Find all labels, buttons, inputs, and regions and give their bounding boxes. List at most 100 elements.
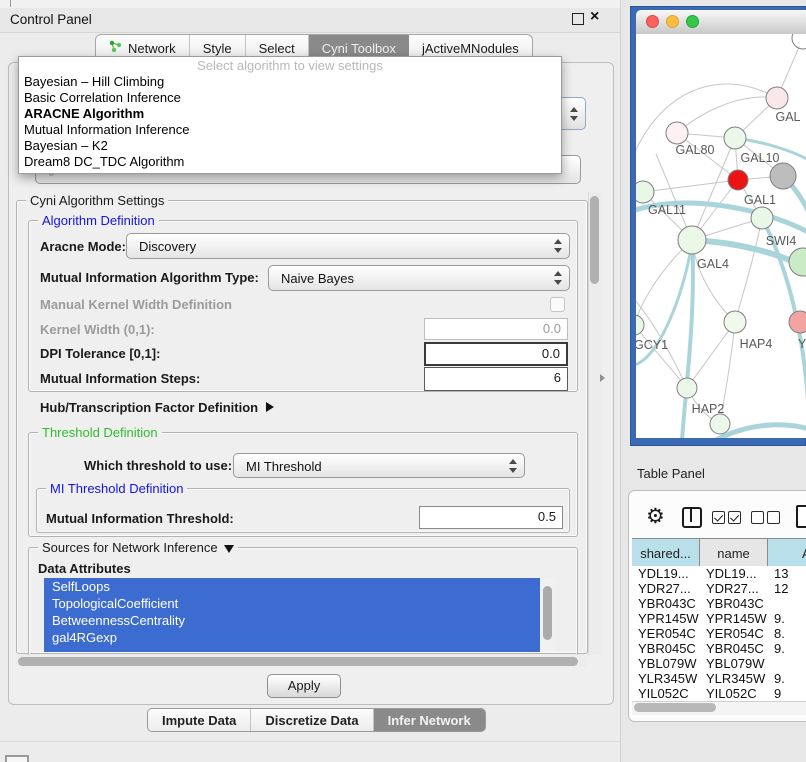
table-row[interactable]: YIL052C YIL052C 9 [632, 686, 806, 701]
network-node[interactable] [789, 311, 806, 333]
network-node[interactable] [636, 315, 644, 335]
column-header-shared-name[interactable]: shared... [632, 539, 700, 567]
network-node[interactable] [724, 127, 746, 149]
network-window-titlebar[interactable] [636, 10, 806, 35]
which-threshold-label: Which threshold to use: [84, 458, 232, 473]
table-header-row: shared... name A [632, 538, 806, 568]
hub-definition-toggle[interactable]: Hub/Transcription Factor Definition [40, 400, 274, 415]
close-traffic-button[interactable] [646, 15, 659, 28]
table-horizontal-scrollbar-thumb[interactable] [634, 703, 716, 712]
network-view-window: GALGAL80GAL10GAL1GAL11SWI4GAL4GCY1HAP4YH… [630, 6, 806, 446]
manual-kernel-width-checkbox[interactable] [550, 297, 565, 312]
network-node-label: GAL [775, 110, 800, 124]
algorithm-option-highlighted[interactable]: ARACNE Algorithm [19, 106, 561, 122]
which-threshold-combobox[interactable]: MI Threshold [233, 453, 525, 478]
algorithm-option[interactable]: Dream8 DC_TDC Algorithm [19, 154, 561, 170]
mi-threshold-input[interactable]: 0.5 [419, 506, 563, 529]
network-node-label: GAL4 [697, 257, 729, 271]
settings-vertical-scrollbar-thumb[interactable] [590, 196, 599, 284]
network-node[interactable] [666, 122, 688, 144]
collapsed-panel-icon[interactable] [5, 755, 29, 762]
mi-threshold-definition-title: MI Threshold Definition [46, 481, 187, 496]
splitter-collapse-arrow-icon[interactable] [600, 374, 605, 382]
sources-group-title[interactable]: Sources for Network Inference [38, 540, 238, 555]
network-node[interactable] [792, 34, 806, 49]
table-row[interactable]: YLR345W YLR345W 9. [632, 671, 806, 686]
kernel-width-label: Kernel Width (0,1): [40, 322, 155, 337]
close-icon[interactable]: × [590, 9, 599, 25]
mi-steps-input[interactable]: 6 [424, 367, 568, 391]
table-row[interactable]: YBL079W YBL079W [632, 656, 806, 671]
network-node[interactable] [751, 207, 773, 229]
aracne-mode-combobox[interactable]: Discovery [126, 233, 570, 259]
column-header-partial[interactable]: A [768, 539, 806, 567]
dpi-tolerance-label: DPI Tolerance [0,1]: [40, 346, 160, 361]
checked-checkbox-icon[interactable] [728, 511, 741, 524]
algorithm-option[interactable]: Basic Correlation Inference [19, 90, 561, 106]
network-node-label: Y [798, 337, 806, 351]
attribute-item[interactable]: TopologicalCoefficient [44, 595, 540, 612]
new-table-icon[interactable] [796, 505, 806, 528]
table-row[interactable]: YER054C YER054C 8. [632, 626, 806, 641]
network-node-label: GAL11 [648, 203, 686, 217]
combo-stepper-icon [554, 239, 563, 253]
unchecked-checkbox-icon[interactable] [751, 511, 764, 524]
tab-network-label: Network [128, 41, 176, 56]
minimize-traffic-button[interactable] [666, 15, 679, 28]
algorithm-option[interactable]: Mutual Information Inference [19, 122, 561, 138]
inference-algorithm-combobox-fragment[interactable] [558, 97, 586, 130]
attribute-item[interactable]: gal4RGexp [44, 629, 540, 646]
algorithm-option[interactable]: Bayesian – Hill Climbing [19, 74, 561, 90]
table-panel-title: Table Panel [637, 466, 705, 481]
column-header-name[interactable]: name [700, 539, 768, 567]
network-node[interactable] [678, 226, 706, 254]
attribute-item[interactable]: BetweennessCentrality [44, 612, 540, 629]
network-graph[interactable]: GALGAL80GAL10GAL1GAL11SWI4GAL4GCY1HAP4YH… [636, 34, 806, 438]
attributes-scrollbar[interactable] [540, 578, 556, 652]
combo-stepper-icon [554, 271, 563, 285]
manual-kernel-width-label: Manual Kernel Width Definition [40, 297, 232, 312]
table-row[interactable]: YBR043C YBR043C [632, 596, 806, 611]
table-settings-gear-icon[interactable]: ⚙ [646, 504, 665, 528]
network-node[interactable] [677, 378, 697, 398]
bottom-divider [0, 741, 620, 742]
checked-checkbox-icon[interactable] [712, 511, 725, 524]
algorithm-dropdown-placeholder: Select algorithm to view settings [19, 57, 561, 74]
network-node[interactable] [770, 163, 796, 189]
attribute-item[interactable]: SelfLoops [44, 578, 540, 595]
table-row[interactable]: YBR045C YBR045C 9. [632, 641, 806, 656]
network-node[interactable] [636, 181, 654, 203]
zoom-traffic-button[interactable] [686, 15, 699, 28]
network-canvas[interactable]: GALGAL80GAL10GAL1GAL11SWI4GAL4GCY1HAP4YH… [636, 34, 806, 438]
combo-stepper-icon [509, 459, 518, 473]
network-node-label: GCY1 [636, 338, 668, 352]
mi-algorithm-type-label: Mutual Information Algorithm Type: [40, 270, 259, 285]
control-panel-title: Control Panel [10, 12, 92, 27]
network-node[interactable] [710, 414, 730, 434]
table-row[interactable]: YDR27... YDR27... 12 [632, 581, 806, 596]
settings-group-title: Cyni Algorithm Settings [26, 193, 168, 208]
algorithm-definition-title: Algorithm Definition [38, 213, 159, 228]
float-window-icon[interactable] [572, 13, 584, 25]
attributes-scrollbar-thumb[interactable] [543, 586, 552, 640]
table-row[interactable]: YDL19... YDL19... 13 [632, 566, 806, 581]
split-columns-icon[interactable] [682, 507, 702, 528]
network-node[interactable] [789, 248, 806, 276]
tab-impute-data[interactable]: Impute Data [148, 709, 251, 731]
network-node[interactable] [728, 170, 748, 190]
table-row[interactable]: YPR145W YPR145W 9. [632, 611, 806, 626]
network-node-label: GAL80 [676, 143, 715, 157]
unchecked-checkbox-icon[interactable] [767, 511, 780, 524]
data-attributes-list[interactable]: SelfLoops TopologicalCoefficient Between… [44, 578, 556, 652]
tab-discretize-data[interactable]: Discretize Data [251, 709, 373, 731]
kernel-width-input[interactable]: 0.0 [424, 318, 568, 340]
network-node[interactable] [724, 311, 746, 333]
mi-algorithm-type-combobox[interactable]: Naive Bayes [268, 265, 570, 291]
settings-horizontal-scrollbar-thumb[interactable] [18, 657, 578, 666]
apply-button[interactable]: Apply [267, 674, 341, 698]
combo-stepper-icon [570, 107, 579, 121]
dpi-tolerance-input[interactable]: 0.0 [424, 342, 568, 366]
tab-infer-network[interactable]: Infer Network [374, 709, 485, 731]
network-node[interactable] [766, 87, 788, 109]
algorithm-option[interactable]: Bayesian – K2 [19, 138, 561, 154]
